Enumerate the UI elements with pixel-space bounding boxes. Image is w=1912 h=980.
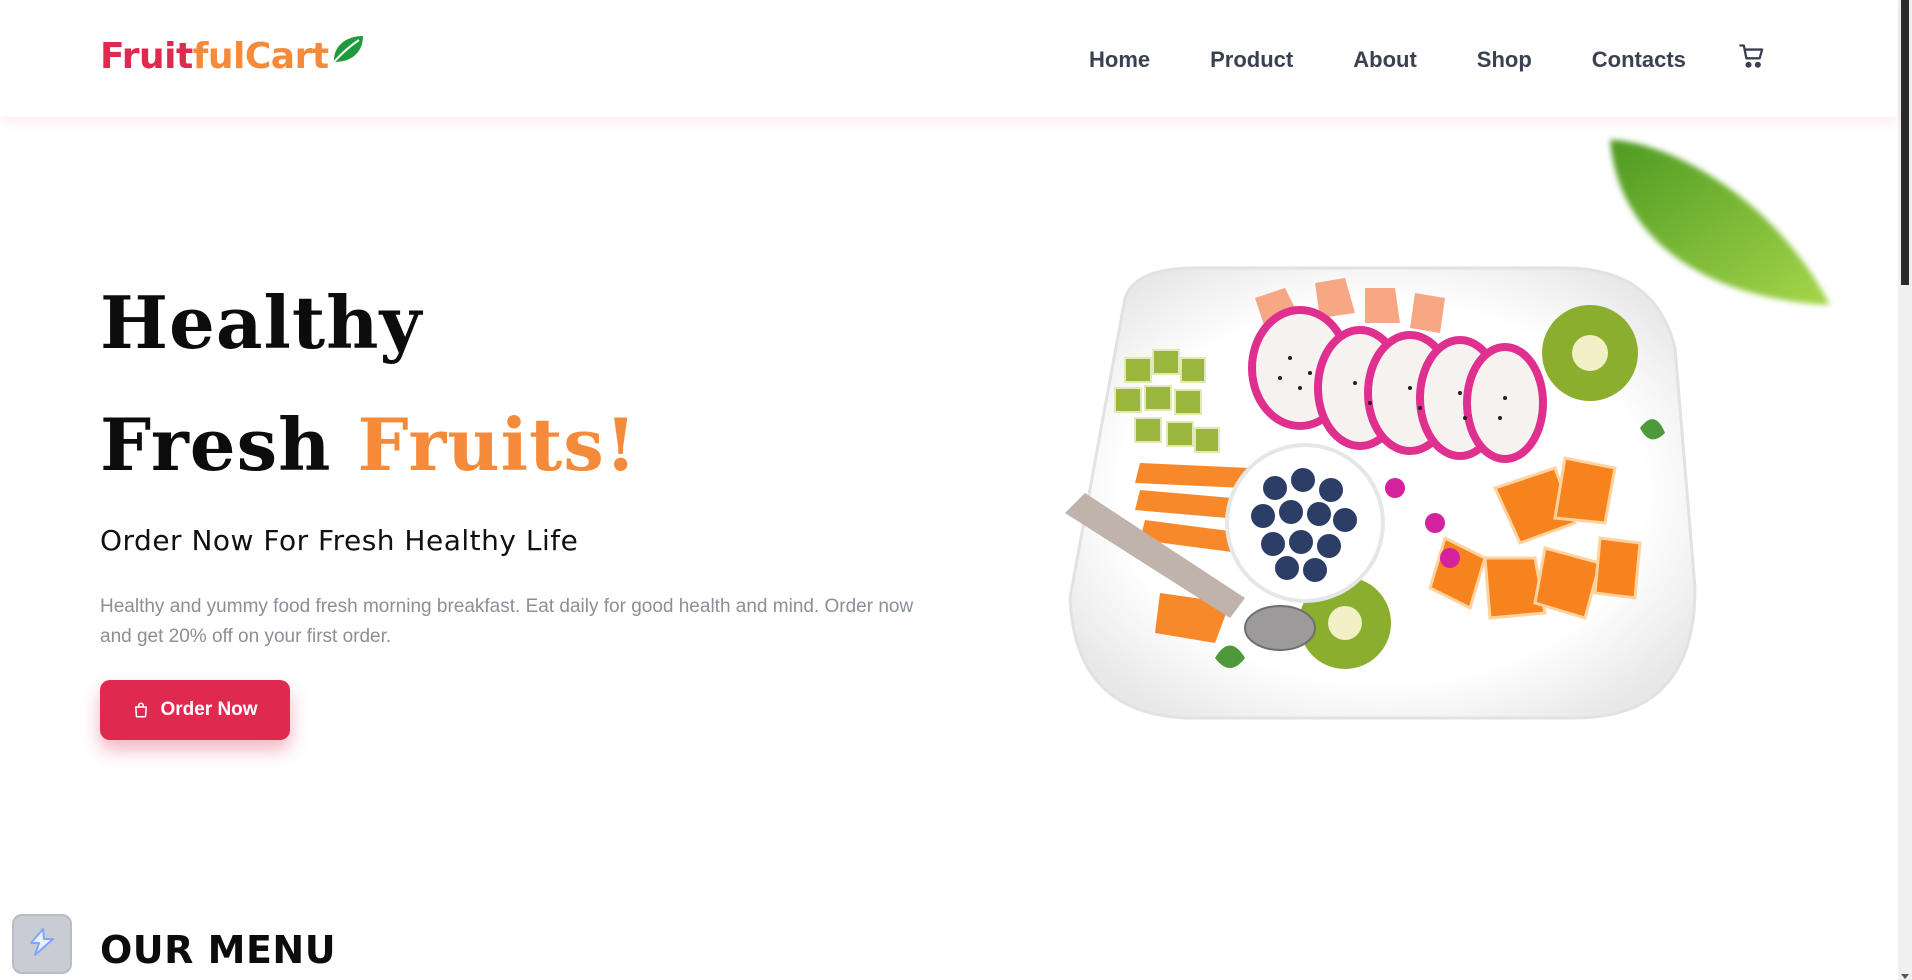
logo-text-fulcart: fulCart bbox=[192, 36, 329, 77]
order-now-label: Order Now bbox=[160, 699, 258, 720]
hero-heading: Healthy Fresh Fruits! bbox=[100, 262, 637, 506]
app-logo-icon bbox=[25, 925, 59, 964]
shopping-bag-icon bbox=[132, 701, 150, 719]
brand-logo[interactable]: Fruit fulCart bbox=[100, 36, 365, 77]
nav-about[interactable]: About bbox=[1353, 47, 1417, 73]
menu-section-title: OUR MENU bbox=[100, 928, 337, 972]
fruit-platter-image bbox=[1055, 258, 1705, 728]
cart-icon[interactable] bbox=[1738, 42, 1766, 75]
site-header: Fruit fulCart Home Product About Shop Co… bbox=[0, 0, 1898, 117]
nav-product[interactable]: Product bbox=[1210, 47, 1293, 73]
nav-contacts[interactable]: Contacts bbox=[1592, 47, 1686, 73]
logo-text-fruit: Fruit bbox=[100, 36, 193, 77]
hero-heading-accent: Fruits! bbox=[357, 402, 638, 487]
scrollbar-thumb[interactable] bbox=[1901, 0, 1909, 285]
floating-app-button[interactable] bbox=[12, 914, 72, 974]
order-now-button[interactable]: Order Now bbox=[100, 680, 290, 740]
hero-heading-line1: Healthy bbox=[100, 280, 423, 365]
hero-subtitle: Order Now For Fresh Healthy Life bbox=[100, 524, 579, 557]
nav-home[interactable]: Home bbox=[1089, 47, 1150, 73]
hero-heading-prefix: Fresh bbox=[100, 402, 358, 487]
main-nav: Home Product About Shop Contacts bbox=[1089, 44, 1766, 75]
hero-description: Healthy and yummy food fresh morning bre… bbox=[100, 596, 914, 647]
nav-shop[interactable]: Shop bbox=[1477, 47, 1532, 73]
scroll-down-arrow-icon[interactable] bbox=[1900, 968, 1910, 979]
leaf-icon bbox=[331, 33, 365, 74]
hero-heading-line2: Fresh Fruits! bbox=[100, 384, 637, 506]
vertical-scrollbar[interactable] bbox=[1898, 0, 1912, 980]
